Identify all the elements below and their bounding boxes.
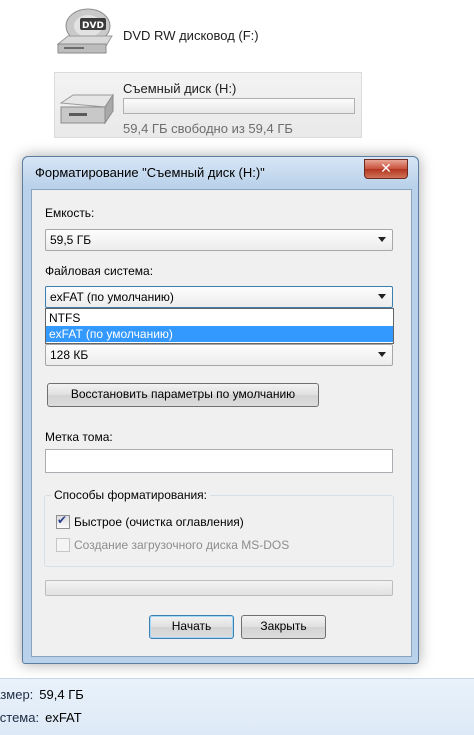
filesystem-dropdown-list: NTFS exFAT (по умолчанию): [45, 308, 394, 344]
capacity-select[interactable]: 59,5 ГБ: [45, 229, 393, 251]
filesystem-value: exFAT (по умолчанию): [50, 290, 174, 304]
drive-item-dvd[interactable]: DVD DVD RW дисковод (F:): [50, 6, 360, 64]
chevron-down-icon: [378, 294, 386, 299]
drive-name-dvd: DVD RW дисковод (F:): [123, 28, 259, 43]
filesystem-label: Файловая система:: [45, 264, 154, 278]
cluster-size-select[interactable]: 128 КБ: [45, 344, 393, 366]
chevron-down-icon: [378, 352, 386, 357]
restore-defaults-button[interactable]: Восстановить параметры по умолчанию: [47, 383, 319, 407]
details-filesystem-label: система:: [0, 710, 40, 725]
filesystem-option-exfat[interactable]: exFAT (по умолчанию): [46, 326, 393, 342]
cluster-size-value: 128 КБ: [50, 348, 89, 362]
details-pane: размер: 59,4 ГБ система: exFAT: [0, 678, 474, 735]
volume-label-input[interactable]: [45, 449, 393, 473]
dialog-titlebar[interactable]: Форматирование "Съемный диск (H:)" ✕: [23, 157, 418, 187]
msdos-boot-label[interactable]: Создание загрузочного диска MS-DOS: [74, 538, 289, 552]
drive-free-space: 59,4 ГБ свободно из 59,4 ГБ: [123, 121, 293, 136]
volume-label-label: Метка тома:: [45, 430, 113, 444]
quick-format-label[interactable]: Быстрое (очистка оглавления): [74, 515, 244, 529]
dvd-drive-icon: DVD: [54, 8, 114, 61]
capacity-label: Емкость:: [45, 206, 95, 220]
drive-usage-bar: [123, 98, 355, 114]
filesystem-option-ntfs[interactable]: NTFS: [46, 310, 393, 326]
details-size: размер: 59,4 ГБ: [0, 687, 84, 702]
drive-item-removable[interactable]: Съемный диск (H:) 59,4 ГБ свободно из 59…: [54, 72, 362, 138]
format-options-title: Способы форматирования:: [51, 488, 210, 502]
close-dialog-button[interactable]: Закрыть: [241, 615, 326, 639]
capacity-value: 59,5 ГБ: [50, 233, 92, 247]
details-size-value: 59,4 ГБ: [39, 687, 84, 702]
close-icon: ✕: [380, 160, 392, 176]
details-size-label: размер:: [0, 687, 34, 702]
details-filesystem-value: exFAT: [45, 710, 82, 725]
removable-drive-icon: [55, 93, 117, 132]
dialog-title: Форматирование "Съемный диск (H:)": [35, 165, 265, 180]
format-progress-bar: [45, 580, 393, 596]
msdos-boot-checkbox[interactable]: [56, 538, 70, 552]
details-filesystem: система: exFAT: [0, 710, 82, 725]
start-button[interactable]: Начать: [149, 615, 234, 639]
chevron-down-icon: [378, 237, 386, 242]
close-button[interactable]: ✕: [364, 159, 408, 179]
format-options-group: Способы форматирования: Быстрое (очистка…: [44, 488, 394, 567]
dvd-logo-text: DVD: [82, 21, 104, 31]
filesystem-select[interactable]: exFAT (по умолчанию): [45, 286, 393, 308]
drive-name-removable: Съемный диск (H:): [123, 81, 237, 96]
quick-format-checkbox[interactable]: [56, 513, 70, 529]
